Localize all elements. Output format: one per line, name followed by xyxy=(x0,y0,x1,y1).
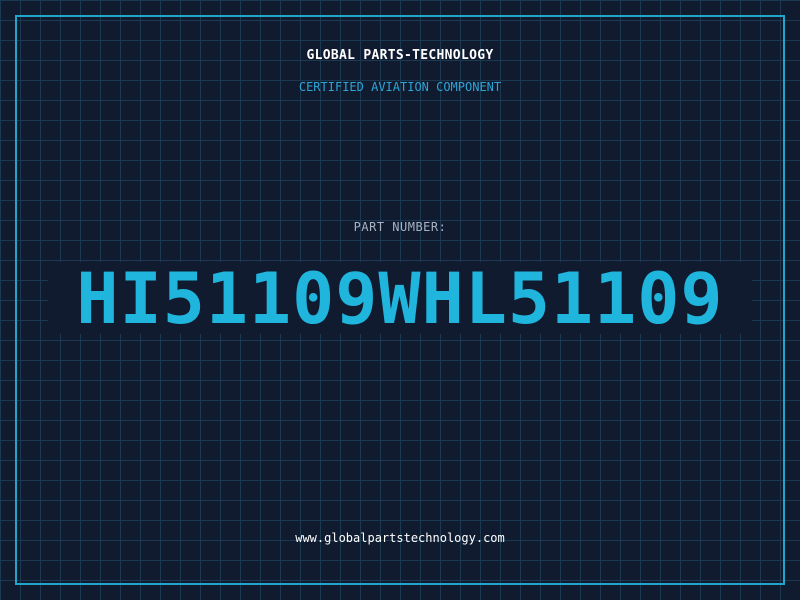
website-url: www.globalpartstechnology.com xyxy=(295,531,505,545)
tagline: CERTIFIED AVIATION COMPONENT xyxy=(298,80,502,94)
part-number-label: PART NUMBER: xyxy=(353,220,447,234)
part-number-value: HI51109WHL51109 xyxy=(76,258,724,340)
company-name: GLOBAL PARTS-TECHNOLOGY xyxy=(306,48,494,63)
